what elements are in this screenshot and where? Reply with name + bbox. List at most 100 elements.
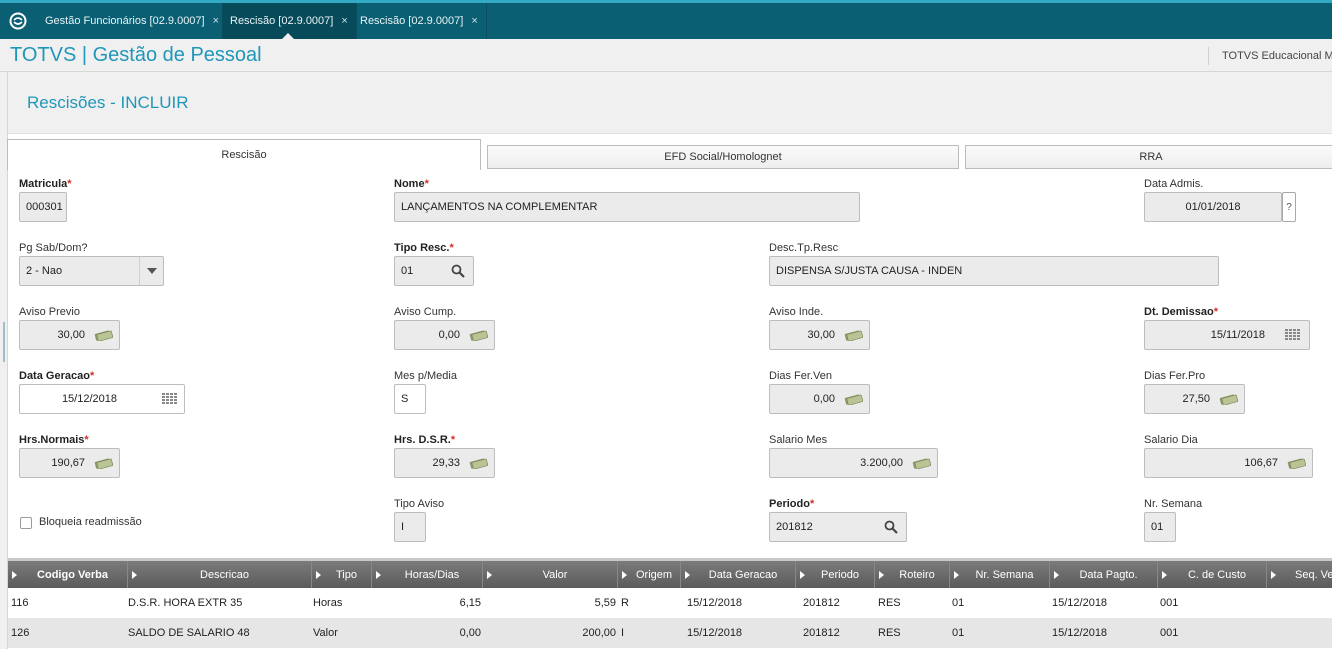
mes-p-media-label: Mes p/Media xyxy=(394,370,457,382)
column-header-data-geracao[interactable]: Data Geracao xyxy=(681,561,796,588)
tipo-aviso-field[interactable]: I xyxy=(394,512,426,542)
tab-rescisao[interactable]: Rescisão xyxy=(7,139,481,170)
column-header-tipo[interactable]: Tipo xyxy=(312,561,372,588)
aviso-inde-field[interactable]: 30,00 xyxy=(769,320,870,350)
tab-rra[interactable]: RRA xyxy=(965,145,1332,169)
aviso-previo-field[interactable]: 30,00 xyxy=(19,320,120,350)
dias-fer-ven-field[interactable]: 0,00 xyxy=(769,384,870,414)
nome-field[interactable]: LANÇAMENTOS NA COMPLEMENTAR xyxy=(394,192,860,222)
aviso-cump-label: Aviso Cump. xyxy=(394,306,457,318)
cell-descricao: SALDO DE SALARIO 48 xyxy=(128,627,250,639)
home-icon[interactable] xyxy=(0,3,36,39)
money-icon[interactable] xyxy=(911,457,932,472)
sort-arrow-icon xyxy=(316,571,321,579)
money-icon[interactable] xyxy=(1218,393,1239,408)
hrs-normais-field[interactable]: 190,67 xyxy=(19,448,120,478)
calendar-icon[interactable] xyxy=(162,393,178,408)
money-icon[interactable] xyxy=(1286,457,1307,472)
cell-c-de-custo: 001 xyxy=(1160,627,1179,639)
salario-dia-label: Salario Dia xyxy=(1144,434,1198,446)
money-icon[interactable] xyxy=(468,329,489,344)
column-header-data-pagto[interactable]: Data Pagto. xyxy=(1050,561,1158,588)
tipo-resc-field[interactable]: 01 xyxy=(394,256,474,286)
sort-arrow-icon xyxy=(1271,571,1276,579)
pg-sab-dom-label: Pg Sab/Dom? xyxy=(19,242,88,254)
tab-efd-social-homolognet[interactable]: EFD Social/Homolognet xyxy=(487,145,959,169)
dias-fer-ven-value: 0,00 xyxy=(813,393,835,405)
close-icon[interactable]: × xyxy=(341,15,347,27)
cell-data-pagto: 15/12/2018 xyxy=(1052,597,1108,609)
dias-fer-pro-field[interactable]: 27,50 xyxy=(1144,384,1245,414)
column-header-valor[interactable]: Valor xyxy=(483,561,618,588)
search-icon[interactable] xyxy=(884,520,898,537)
money-icon[interactable] xyxy=(843,329,864,344)
tipo-aviso-label: Tipo Aviso xyxy=(394,498,445,510)
column-header-horas-dias[interactable]: Horas/Dias xyxy=(372,561,483,588)
cell-periodo: 201812 xyxy=(803,627,840,639)
dt-demissao-field[interactable]: 15/11/2018 xyxy=(1144,320,1310,350)
periodo-field[interactable]: 201812 xyxy=(769,512,907,542)
search-icon[interactable] xyxy=(451,264,465,281)
cell-nr-semana: 01 xyxy=(952,627,965,639)
matricula-field[interactable]: 000301 xyxy=(19,192,67,222)
salario-mes-field[interactable]: 3.200,00 xyxy=(769,448,938,478)
calendar-icon[interactable] xyxy=(1285,329,1301,344)
data-geracao-field[interactable]: 15/12/2018 xyxy=(19,384,185,414)
matricula-label: Matricula* xyxy=(19,178,72,190)
column-header-descricao[interactable]: Descricao xyxy=(128,561,312,588)
sort-arrow-icon xyxy=(800,571,805,579)
column-header-seq-ver[interactable]: Seq. Ver xyxy=(1267,561,1332,588)
data-admis-label: Data Admis. xyxy=(1144,178,1204,190)
column-header-roteiro[interactable]: Roteiro xyxy=(875,561,950,588)
cell-roteiro: RES xyxy=(878,627,901,639)
pg-sab-dom-value: 2 - Nao xyxy=(26,265,63,277)
aviso-previo-label: Aviso Previo xyxy=(19,306,80,318)
column-header-codigo-verba[interactable]: Codigo Verba xyxy=(8,561,128,588)
column-header-nr-semana[interactable]: Nr. Semana xyxy=(950,561,1050,588)
pg-sab-dom-select[interactable]: 2 - Nao xyxy=(19,256,164,286)
money-icon[interactable] xyxy=(843,393,864,408)
tipo-resc-value: 01 xyxy=(401,265,414,277)
nome-label: Nome* xyxy=(394,178,429,190)
help-button[interactable]: ? xyxy=(1282,192,1296,222)
nr-semana-label: Nr. Semana xyxy=(1144,498,1203,510)
grid-header: Codigo Verba Descricao Tipo Horas/Dias V… xyxy=(8,561,1332,588)
dt-demissao-label: Dt. Demissao* xyxy=(1144,306,1218,318)
cell-origem: I xyxy=(621,627,625,639)
dt-demissao-value: 15/11/2018 xyxy=(1210,329,1265,341)
aviso-previo-value: 30,00 xyxy=(57,329,85,341)
window-tab-label: Rescisão [02.9.0007] xyxy=(230,15,334,27)
table-row[interactable]: 126 SALDO DE SALARIO 48 Valor 0,00 200,0… xyxy=(8,618,1332,648)
salario-dia-field[interactable]: 106,67 xyxy=(1144,448,1313,478)
data-geracao-label: Data Geracao* xyxy=(19,370,95,382)
column-header-c-de-custo[interactable]: C. de Custo xyxy=(1158,561,1267,588)
sort-arrow-icon xyxy=(1162,571,1167,579)
cell-horas-dias: 0,00 xyxy=(459,627,481,639)
close-icon[interactable]: × xyxy=(213,15,219,27)
window-tab-rescisao[interactable]: Rescisão [02.9.0007] × xyxy=(352,3,487,39)
table-row[interactable]: 116 D.S.R. HORA EXTR 35 Horas 6,15 5,59 … xyxy=(8,588,1332,618)
data-admis-field[interactable]: 01/01/2018 xyxy=(1144,192,1282,222)
page-title: Rescisões - INCLUIR xyxy=(27,93,189,112)
sort-arrow-icon xyxy=(376,571,381,579)
sort-arrow-icon xyxy=(954,571,959,579)
money-icon[interactable] xyxy=(468,457,489,472)
app-header: TOTVS | Gestão de Pessoal TOTVS Educacio… xyxy=(0,39,1332,72)
aviso-cump-field[interactable]: 0,00 xyxy=(394,320,495,350)
window-tab-gestao-funcionarios[interactable]: Gestão Funcionários [02.9.0007] × xyxy=(37,3,229,39)
desc-tp-resc-field[interactable]: DISPENSA S/JUSTA CAUSA - INDEN xyxy=(769,256,1219,286)
mes-p-media-field[interactable]: S xyxy=(394,384,426,414)
nr-semana-field[interactable]: 01 xyxy=(1144,512,1176,542)
close-icon[interactable]: × xyxy=(471,15,477,27)
chevron-down-icon[interactable] xyxy=(139,257,163,285)
hrs-dsr-field[interactable]: 29,33 xyxy=(394,448,495,478)
dias-fer-pro-value: 27,50 xyxy=(1182,393,1210,405)
money-icon[interactable] xyxy=(93,457,114,472)
money-icon[interactable] xyxy=(93,329,114,344)
column-header-origem[interactable]: Origem xyxy=(618,561,681,588)
tab-label: RRA xyxy=(1139,151,1163,163)
salario-dia-value: 106,67 xyxy=(1244,457,1278,469)
column-header-periodo[interactable]: Periodo xyxy=(796,561,875,588)
left-panel-marker xyxy=(3,322,5,362)
bloqueia-readmissao-checkbox[interactable] xyxy=(20,517,32,529)
